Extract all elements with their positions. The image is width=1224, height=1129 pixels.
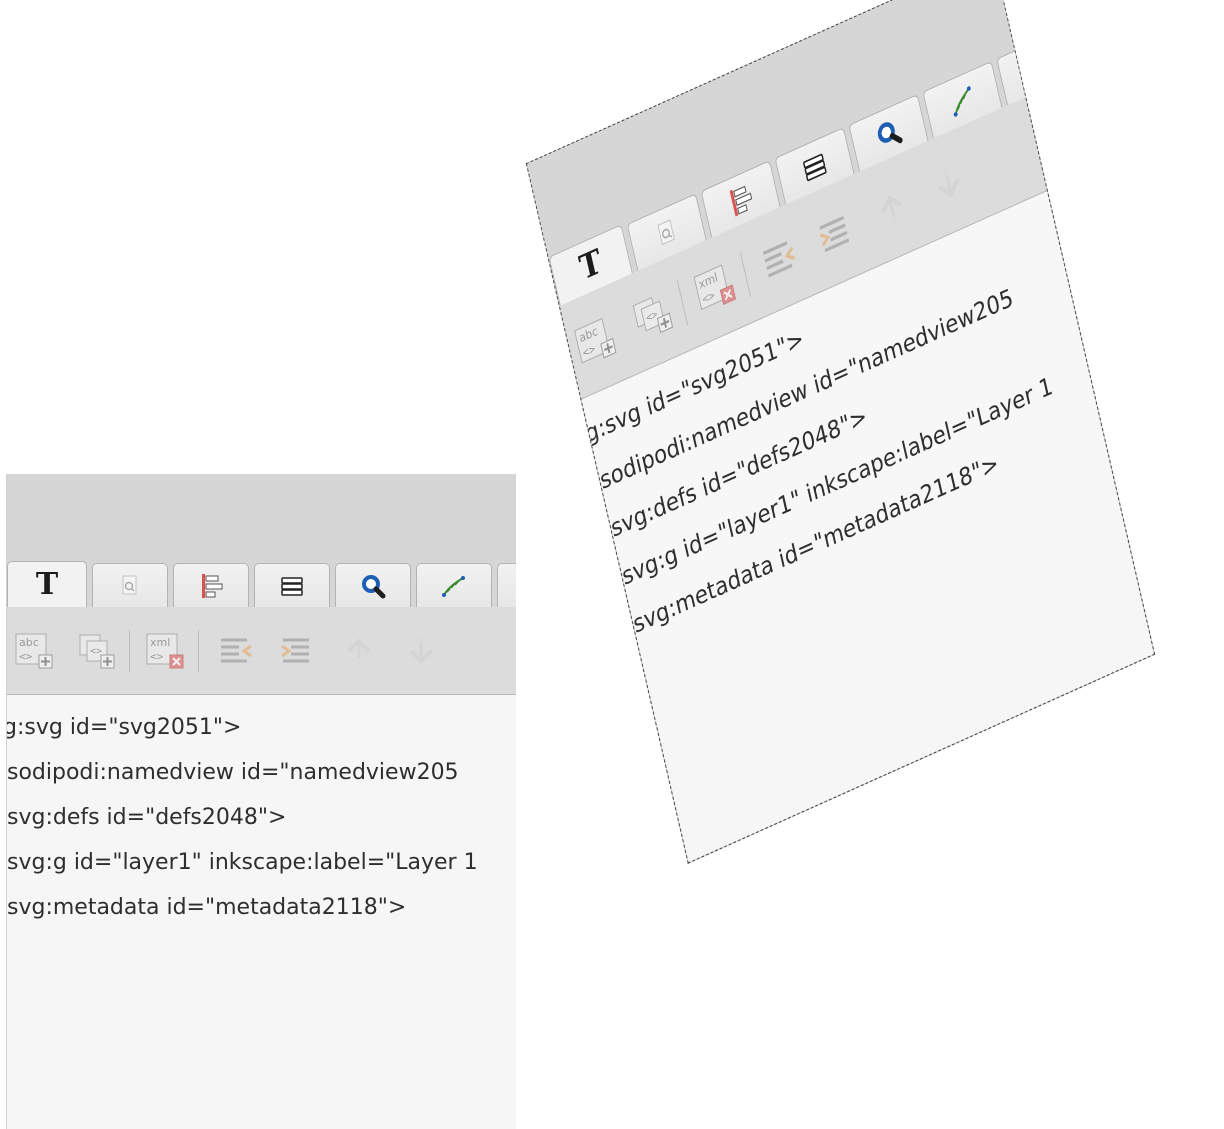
svg-text:<>: <> <box>19 650 33 663</box>
xml-node-row[interactable]: g:svg id="svg2051"> <box>7 705 516 750</box>
layers-icon <box>281 576 303 596</box>
xml-node-row[interactable]: svg:g id="layer1" inkscape:label="Layer … <box>7 840 516 885</box>
delete-node-button[interactable]: xml <> <box>690 255 741 320</box>
new-text-node-button[interactable]: <> <box>75 629 119 673</box>
raise-icon <box>881 194 902 224</box>
indent-node-button[interactable] <box>275 629 319 673</box>
tab-align-distribute[interactable] <box>173 563 249 607</box>
new-element-node-button[interactable]: abc <> <box>571 308 622 373</box>
dock-tab-bar: T <box>7 559 516 607</box>
xml-label: xml <box>150 636 170 649</box>
bezier-path-icon <box>953 85 971 117</box>
unindent-node-button[interactable] <box>753 227 804 292</box>
abc-tag-plus-icon: abc <> <box>15 633 53 668</box>
lower-node-button[interactable] <box>923 151 974 216</box>
xml-node-tree: g:svg id="svg2051"> sodipodi:namedview i… <box>7 695 516 930</box>
tab-more[interactable] <box>497 563 516 607</box>
xml-node-row[interactable]: sodipodi:namedview id="namedview205 <box>7 750 516 795</box>
indent-node-button[interactable] <box>810 201 861 266</box>
tab-layers[interactable] <box>254 563 330 607</box>
indent-icon <box>819 215 849 252</box>
xml-node-row[interactable]: svg:metadata id="metadata2118"> <box>7 885 516 930</box>
lower-node-button[interactable] <box>399 629 443 673</box>
xml-delete-icon: xml <> <box>693 263 736 310</box>
abc-label: abc <box>19 636 39 649</box>
raise-node-button[interactable] <box>337 629 381 673</box>
tab-document-properties[interactable] <box>92 563 168 607</box>
indent-icon <box>281 638 309 662</box>
xml-editor-panel: T abc <> <> xml <> g:svg id="svg2051"> s… <box>6 474 516 1129</box>
unindent-icon <box>221 638 252 662</box>
lower-icon <box>938 167 960 197</box>
lower-icon <box>409 636 433 664</box>
delete-node-button[interactable]: xml <> <box>144 629 188 673</box>
new-element-node-button[interactable]: abc <> <box>13 629 57 673</box>
tag-plus-icon: <> <box>632 296 673 333</box>
xml-delete-icon: xml <> <box>146 633 184 668</box>
xml-editor-panel-rotated: T abc <> <> xml <> g:svg id="svg2051"> s… <box>525 0 1156 864</box>
toolbar-separator <box>129 629 130 672</box>
svg-text:<>: <> <box>90 646 102 657</box>
xml-node-row[interactable]: svg:defs id="defs2048"> <box>7 795 516 840</box>
align-icon <box>729 185 753 216</box>
document-magnify-icon <box>122 575 137 594</box>
tag-plus-icon: <> <box>79 634 115 668</box>
tab-find[interactable] <box>335 563 411 607</box>
panel-header: T <box>7 474 516 607</box>
abc-tag-plus-icon: abc <> <box>573 317 617 364</box>
raise-node-button[interactable] <box>866 176 917 241</box>
layers-icon <box>803 153 827 181</box>
align-icon <box>202 573 223 598</box>
unindent-node-button[interactable] <box>213 629 257 673</box>
unindent-icon <box>762 240 795 277</box>
tab-text-font[interactable]: T <box>7 561 87 607</box>
toolbar-separator <box>739 251 751 297</box>
svg-text:<>: <> <box>150 650 164 663</box>
xml-node-toolbar: abc <> <> xml <> <box>7 607 516 695</box>
tab-path-effects[interactable] <box>416 563 492 607</box>
magnifier-icon <box>877 121 903 143</box>
toolbar-separator <box>676 279 688 325</box>
screenshot-stage: T abc <> <> xml <> g:svg id="svg2051"> s… <box>0 0 1224 1129</box>
document-magnify-icon <box>657 218 675 245</box>
new-text-node-button[interactable]: <> <box>627 283 678 348</box>
magnifier-icon <box>362 574 386 598</box>
text-T-icon: T <box>35 566 59 602</box>
tab-more[interactable] <box>996 42 1044 106</box>
text-T-icon: T <box>576 241 606 289</box>
toolbar-separator <box>198 629 199 672</box>
bezier-path-icon <box>442 575 465 597</box>
raise-icon <box>347 637 371 665</box>
